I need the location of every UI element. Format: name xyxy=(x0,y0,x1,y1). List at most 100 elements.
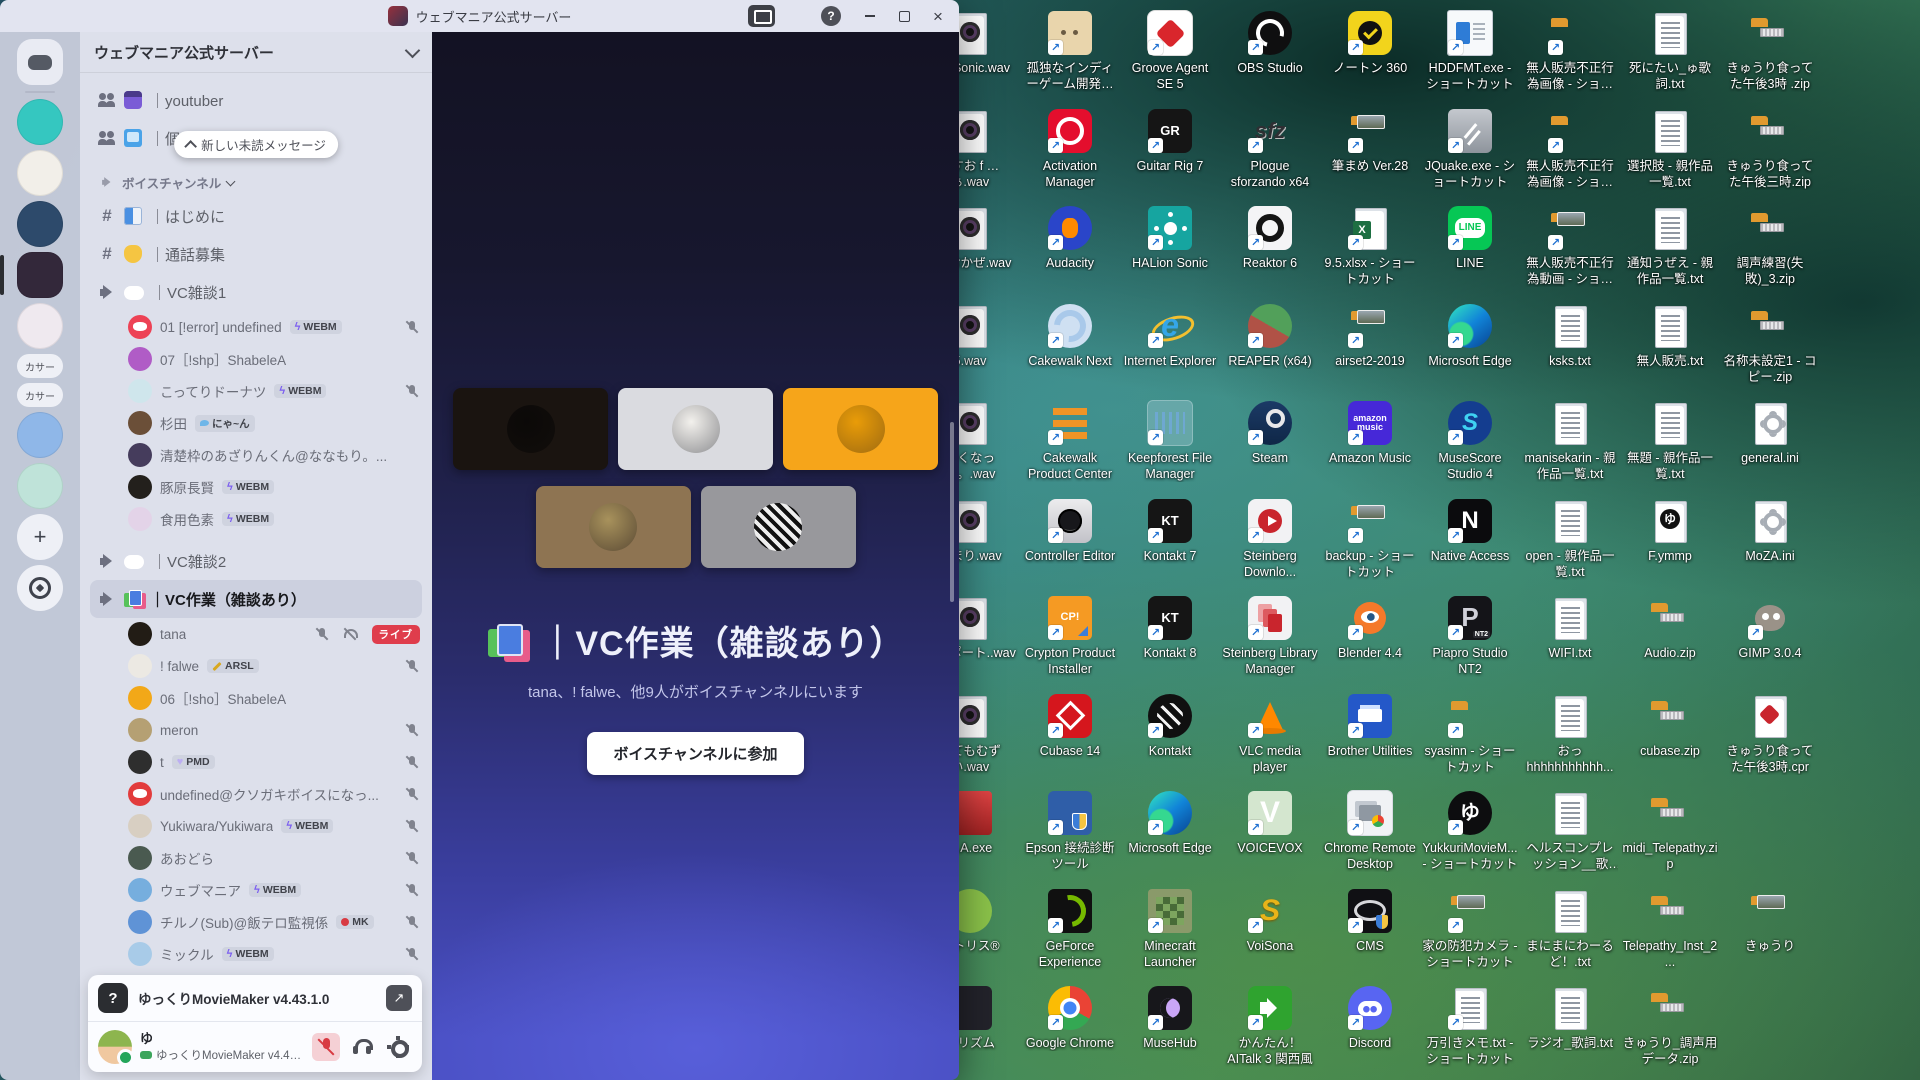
server-icon[interactable] xyxy=(17,150,63,196)
desktop-icon[interactable]: 無題 - 親作品一覧.txt xyxy=(1620,396,1720,494)
desktop-icon[interactable]: ↗無人販売不正行為画像 - ショートカッ... xyxy=(1520,6,1620,104)
desktop-icon[interactable]: S↗MuseScore Studio 4 xyxy=(1420,396,1520,494)
server-icon[interactable]: カサー xyxy=(17,383,63,407)
desktop-icon[interactable]: ↗無人販売不正行為動画 - ショートカット xyxy=(1520,201,1620,299)
participant-tile[interactable] xyxy=(453,388,608,470)
desktop-icon[interactable]: 通知うぜえ - 親作品一覧.txt xyxy=(1620,201,1720,299)
desktop-icon[interactable]: ゆF.ymmp xyxy=(1620,494,1720,592)
voice-channel-vc1[interactable]: ｜VC雑談1 xyxy=(90,273,422,311)
desktop-icon[interactable]: ↗筆まめ Ver.28 xyxy=(1320,104,1420,202)
voice-channel-vc-sagyou[interactable]: ｜VC作業（雑談あり） xyxy=(90,580,422,618)
desktop-icon[interactable]: ↗Minecraft Launcher xyxy=(1120,884,1220,982)
voice-member-row[interactable]: undefined@クソガキボイスになっ... xyxy=(80,778,432,810)
server-icon[interactable] xyxy=(17,303,63,349)
minimize-button[interactable] xyxy=(853,2,887,30)
server-icon[interactable] xyxy=(17,99,63,145)
desktop-icon[interactable]: ↗家の防犯カメラ - ショートカット xyxy=(1420,884,1520,982)
desktop-icon[interactable]: manisekarin - 親作品一覧.txt xyxy=(1520,396,1620,494)
desktop-icon[interactable]: ↗HALion Sonic xyxy=(1120,201,1220,299)
desktop-icon[interactable]: ↗Cubase 14 xyxy=(1020,689,1120,787)
desktop-icon[interactable]: ↗Epson 接続診断ツール xyxy=(1020,786,1120,884)
desktop-icon[interactable]: ↗OBS Studio xyxy=(1220,6,1320,104)
desktop-icon[interactable]: ゆ↗YukkuriMovieM... - ショートカット xyxy=(1420,786,1520,884)
desktop-icon[interactable]: KT↗Kontakt 8 xyxy=(1120,591,1220,689)
desktop-icon[interactable]: ↗VLC media player xyxy=(1220,689,1320,787)
desktop-icon[interactable]: ↗JQuake.exe - ショートカット xyxy=(1420,104,1520,202)
desktop-icon[interactable]: Telepathy_Inst_2... xyxy=(1620,884,1720,982)
desktop-icon[interactable]: 名称未設定1 - コピー.zip xyxy=(1720,299,1820,397)
avatar[interactable] xyxy=(98,1030,132,1064)
desktop-icon[interactable]: ラジオ_歌詞.txt xyxy=(1520,981,1620,1079)
server-icon[interactable] xyxy=(17,201,63,247)
desktop-icon[interactable]: KT↗Kontakt 7 xyxy=(1120,494,1220,592)
desktop-icon[interactable]: ↗Controller Editor xyxy=(1020,494,1120,592)
desktop-icon[interactable]: e↗Internet Explorer xyxy=(1120,299,1220,397)
desktop-icon[interactable]: ↗Blender 4.4 xyxy=(1320,591,1420,689)
channel-hajimeni[interactable]: ｜はじめに xyxy=(90,197,422,235)
desktop-icon[interactable]: おっ hhhhhhhhhhh... xyxy=(1520,689,1620,787)
discord-home-button[interactable] xyxy=(17,39,63,85)
mic-muted-button[interactable] xyxy=(312,1033,340,1061)
desktop-icon[interactable]: open - 親作品一覧.txt xyxy=(1520,494,1620,592)
channel-tsuwabosyu[interactable]: ｜通話募集 xyxy=(90,235,422,273)
voice-channel-vc2[interactable]: ｜VC雑談2 xyxy=(90,542,422,580)
help-icon[interactable] xyxy=(821,6,841,26)
desktop-icon[interactable]: cubase.zip xyxy=(1620,689,1720,787)
desktop-icon[interactable]: ↗HDDFMT.exe - ショートカット xyxy=(1420,6,1520,104)
desktop-icon[interactable]: ↗かんたん！AITalk 3 関西風 xyxy=(1220,981,1320,1079)
participant-tile[interactable] xyxy=(536,486,691,568)
desktop-icon[interactable]: ↗Cakewalk Product Center xyxy=(1020,396,1120,494)
desktop-icon[interactable]: CP!↗Crypton Product Installer xyxy=(1020,591,1120,689)
category-voice-channels[interactable]: ボイスチャンネル xyxy=(80,167,432,197)
desktop-icon[interactable]: ↗Kontakt xyxy=(1120,689,1220,787)
desktop-icon[interactable]: ↗Microsoft Edge xyxy=(1420,299,1520,397)
share-activity-icon[interactable] xyxy=(386,985,412,1011)
desktop-icon[interactable]: 選択肢 - 親作品一覧.txt xyxy=(1620,104,1720,202)
voice-member-row[interactable]: チルノ(Sub)@飯テロ監視係MK xyxy=(80,906,432,938)
headphones-button[interactable] xyxy=(348,1033,376,1061)
desktop-icon[interactable]: ↗孤独なインディーゲーム開発者の一生 ... xyxy=(1020,6,1120,104)
desktop-icon[interactable]: ヘルスコンプレッション__歌詞.txt xyxy=(1520,786,1620,884)
server-icon[interactable] xyxy=(17,463,63,509)
desktop-icon[interactable]: GR↗Guitar Rig 7 xyxy=(1120,104,1220,202)
desktop-icon[interactable]: Audio.zip xyxy=(1620,591,1720,689)
voice-member-row[interactable]: 豚原長賢WEBM xyxy=(80,471,432,503)
desktop-icon[interactable]: ↗Cakewalk Next xyxy=(1020,299,1120,397)
voice-member-row[interactable]: 杉田にゃ~ん xyxy=(80,407,432,439)
voice-member-row[interactable]: 01 [!error] undefinedWEBM xyxy=(80,311,432,343)
desktop-icon[interactable]: X↗9.5.xlsx - ショートカット xyxy=(1320,201,1420,299)
channel-youtuber[interactable]: ｜youtuber xyxy=(90,81,422,119)
desktop-icon[interactable]: WIFI.txt xyxy=(1520,591,1620,689)
desktop-icon[interactable]: ↗Chrome Remote Desktop xyxy=(1320,786,1420,884)
desktop-icon[interactable]: S↗VoiSona xyxy=(1220,884,1320,982)
desktop-icon[interactable]: ↗Audacity xyxy=(1020,201,1120,299)
voice-member-row[interactable]: こってりドーナツWEBM xyxy=(80,375,432,407)
maximize-button[interactable] xyxy=(887,2,921,30)
voice-member-row[interactable]: ミックルWEBM xyxy=(80,938,432,970)
desktop-icon[interactable]: ↗CMS xyxy=(1320,884,1420,982)
desktop-icon[interactable]: ↗万引きメモ.txt - ショートカット xyxy=(1420,981,1520,1079)
screen-share-icon[interactable] xyxy=(748,5,775,27)
desktop-icon[interactable]: ↗Steinberg Library Manager xyxy=(1220,591,1320,689)
desktop-icon[interactable]: ↗REAPER (x64) xyxy=(1220,299,1320,397)
server-icon[interactable]: カサー xyxy=(17,354,63,378)
settings-gear-button[interactable] xyxy=(384,1033,412,1061)
participant-tile[interactable] xyxy=(618,388,773,470)
desktop-icon[interactable]: ↗Discord xyxy=(1320,981,1420,1079)
explore-servers-button[interactable] xyxy=(17,565,63,611)
desktop-icon[interactable]: ↗Steinberg Downlo... xyxy=(1220,494,1320,592)
desktop-icon[interactable]: ↗無人販売不正行為画像 - ショートカット xyxy=(1520,104,1620,202)
desktop-icon[interactable]: ksks.txt xyxy=(1520,299,1620,397)
desktop-icon[interactable]: N↗Native Access xyxy=(1420,494,1520,592)
close-button[interactable] xyxy=(921,2,955,30)
desktop-icon[interactable]: 調声練習(失敗)_3.zip xyxy=(1720,201,1820,299)
desktop-icon[interactable]: まにまにわーるど！.txt xyxy=(1520,884,1620,982)
participant-tile[interactable] xyxy=(701,486,856,568)
add-server-button[interactable]: + xyxy=(17,514,63,560)
desktop-icon[interactable]: PNT2↗Piapro Studio NT2 xyxy=(1420,591,1520,689)
voice-member-row[interactable]: tPMD xyxy=(80,746,432,778)
unread-messages-pill[interactable]: 新しい未読メッセージ xyxy=(174,131,338,158)
server-header[interactable]: ウェブマニア公式サーバー xyxy=(80,32,432,73)
desktop-icon[interactable]: きゅうり xyxy=(1720,884,1820,982)
voice-member-row[interactable]: 清楚枠のあざりんくん@ななもり。... xyxy=(80,439,432,471)
